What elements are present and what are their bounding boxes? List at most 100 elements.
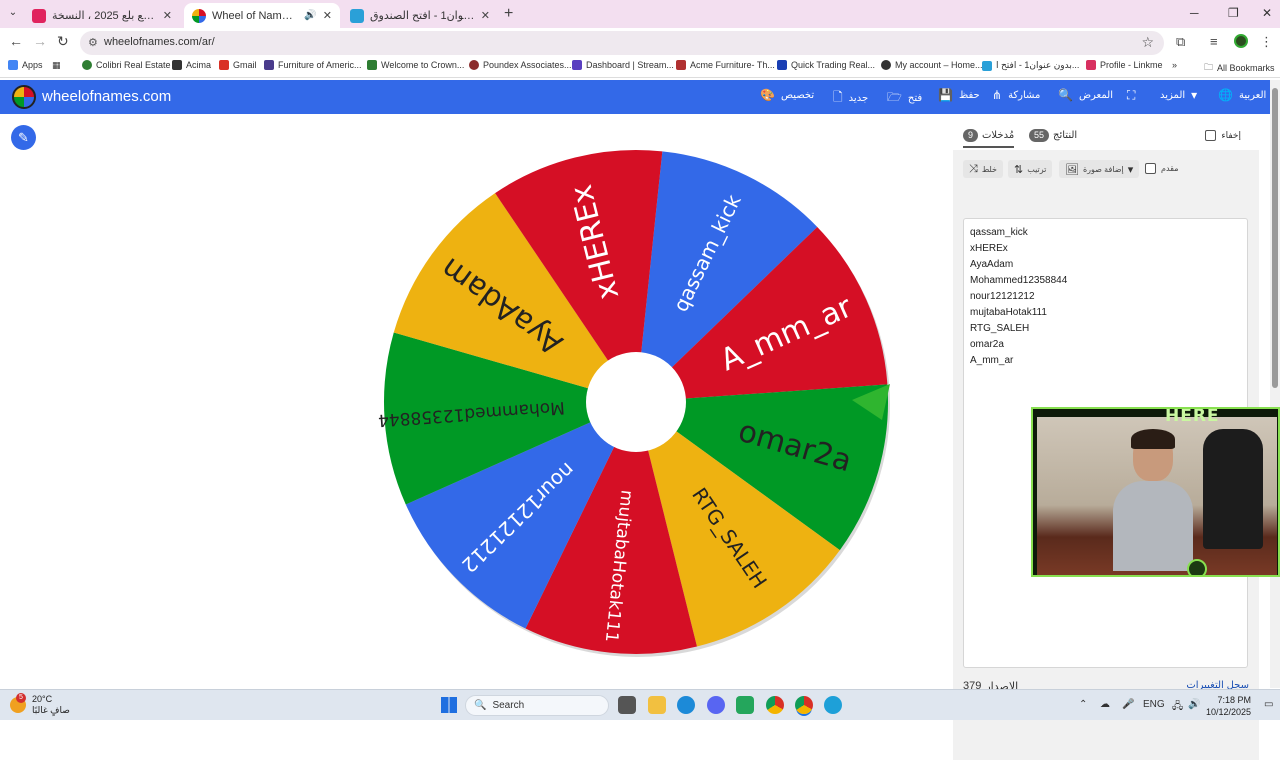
bookmark-item[interactable]: Dashboard | Stream... xyxy=(572,60,674,70)
brand-name[interactable]: wheelofnames.com xyxy=(42,88,171,105)
open-button[interactable]: 🗁 فتح xyxy=(887,88,922,109)
reload-icon[interactable]: ↻ xyxy=(57,33,69,50)
all-bookmarks[interactable]: 🗀 All Bookmarks xyxy=(1204,60,1275,76)
taskbar-search[interactable]: 🔍 Search xyxy=(465,695,609,716)
edit-pencil-button[interactable]: ✎ xyxy=(11,125,36,150)
add-image-button[interactable]: 🖼 إضافة صورة ▾ xyxy=(1059,160,1140,178)
bookmark-favicon-icon xyxy=(264,60,274,70)
tab-search-icon[interactable]: ⌄ xyxy=(4,4,22,22)
hide-checkbox[interactable] xyxy=(1205,130,1217,141)
entry-line[interactable]: nour12121212 xyxy=(970,291,1035,302)
menu-dots-icon[interactable]: ⋮ xyxy=(1260,34,1273,50)
extensions-icon[interactable]: ⧉ xyxy=(1176,34,1185,50)
advanced-toggle[interactable]: مقدم xyxy=(1145,163,1178,174)
bookmark-star-icon[interactable]: ☆ xyxy=(1141,34,1154,51)
close-tab-icon[interactable]: ✕ xyxy=(323,9,332,22)
close-tab-icon[interactable]: ✕ xyxy=(163,9,172,22)
cloud-icon[interactable]: ☁ xyxy=(1100,699,1110,710)
advanced-checkbox[interactable] xyxy=(1145,163,1156,174)
windows-start-icon[interactable] xyxy=(441,697,457,713)
keyboard-language[interactable]: ENG xyxy=(1143,699,1165,710)
entry-line[interactable]: Mohammed12358844 xyxy=(970,275,1067,286)
forward-icon[interactable]: → xyxy=(33,33,47,49)
palette-icon: 🎨 xyxy=(760,88,775,102)
bookmark-item[interactable]: Quick Trading Real... xyxy=(777,60,875,70)
bookmark-item[interactable]: بدون عنوان1 - افتح ا... xyxy=(982,60,1079,71)
tab-untitled-box[interactable]: بدون عنوان1 - افتح الصندوق ✕ xyxy=(342,3,498,28)
more-menu-button[interactable]: المزيد ▾ xyxy=(1160,88,1197,102)
entry-line[interactable]: AyaAdam xyxy=(970,259,1013,270)
entry-line[interactable]: RTG_SALEH xyxy=(970,323,1029,334)
shuffle-button[interactable]: ⤨ خلط xyxy=(963,160,1003,178)
tab-results[interactable]: 55 النتائج xyxy=(1029,129,1077,142)
weather-widget[interactable]: 5 20°C صافٍ غالبًا xyxy=(10,693,70,716)
page-scrollbar[interactable] xyxy=(1270,80,1280,688)
tab-wheel-of-names[interactable]: Wheel of Names | العشوائي 🔊 ✕ xyxy=(184,3,340,28)
entry-line[interactable]: A_mm_ar xyxy=(970,355,1013,366)
bookmark-item[interactable]: Poundex Associates... xyxy=(469,60,572,70)
bookmark-grid[interactable]: ▦ xyxy=(52,60,61,71)
back-icon[interactable]: ← xyxy=(9,33,23,49)
volume-icon[interactable]: 🔊 xyxy=(1188,699,1200,710)
wheel-center-hub[interactable] xyxy=(586,352,686,452)
system-clock[interactable]: 7:18 PM 10/12/2025 xyxy=(1206,694,1251,718)
network-icon[interactable]: 🖧 xyxy=(1172,699,1183,716)
close-tab-icon[interactable]: ✕ xyxy=(481,9,490,22)
entry-line[interactable]: qassam_kick xyxy=(970,227,1028,238)
scrollbar-thumb[interactable] xyxy=(1272,88,1278,388)
tab-entries[interactable]: 9 مُدخلات xyxy=(963,129,1015,148)
wheel-logo-icon[interactable] xyxy=(12,85,36,109)
bookmark-item[interactable]: My account – Home... xyxy=(881,60,983,70)
close-window-icon[interactable]: ✕ xyxy=(1262,6,1272,20)
language-button[interactable]: 🌐 العربية xyxy=(1218,88,1266,102)
bookmark-item[interactable]: Profile - Linkme xyxy=(1086,60,1163,70)
sort-button[interactable]: ⇅ ترتيب xyxy=(1008,160,1053,178)
notification-icon[interactable]: ▭ xyxy=(1264,699,1273,710)
bookmark-label: Quick Trading Real... xyxy=(791,60,876,70)
url-text[interactable]: wheelofnames.com/ar/ xyxy=(104,36,215,48)
bookmark-favicon-icon xyxy=(982,60,992,71)
discord-icon[interactable] xyxy=(707,696,725,714)
bookmark-item[interactable]: Gmail xyxy=(219,60,257,70)
save-button[interactable]: 💾 حفظ xyxy=(938,88,980,102)
site-info-icon[interactable]: ⚙ xyxy=(88,36,98,49)
edge-icon[interactable] xyxy=(677,696,695,714)
media-control-icon[interactable]: ≡ xyxy=(1210,34,1218,49)
share-icon: ⋔ xyxy=(992,88,1003,102)
entry-line[interactable]: mujtabaHotak111 xyxy=(970,307,1047,318)
entry-line[interactable]: omar2a xyxy=(970,339,1004,350)
hide-toggle[interactable]: إخفاء xyxy=(1205,130,1241,141)
wheel[interactable]: qassam_kick A_mm_ar omar2a RTG_SALEH mujtaba… xyxy=(378,144,894,660)
task-view-icon[interactable] xyxy=(618,696,636,714)
tab-youtube[interactable]: مجوز شلع قلع بلع 2025 ، النسخة ✕ xyxy=(24,3,180,28)
profile-avatar[interactable] xyxy=(1234,34,1248,48)
gallery-button[interactable]: 🔍 المعرض xyxy=(1058,88,1113,102)
whatsapp-icon[interactable] xyxy=(736,696,754,714)
chrome-active-icon[interactable] xyxy=(795,696,813,714)
bookmark-label: Acima xyxy=(186,60,212,70)
customize-button[interactable]: 🎨 تخصيص xyxy=(760,88,814,102)
fullscreen-button[interactable]: ⛶ xyxy=(1127,88,1135,103)
globe-icon: 🌐 xyxy=(1218,88,1233,102)
wheel-canvas[interactable]: qassam_kickA_mm_aromar2aRTG_SALEHmujtaba… xyxy=(378,144,894,660)
minimize-icon[interactable]: ─ xyxy=(1190,6,1199,20)
entry-line[interactable]: xHEREx xyxy=(970,243,1008,254)
new-button[interactable]: 🗋 جديد xyxy=(833,88,868,109)
microphone-icon[interactable]: 🎤 xyxy=(1122,699,1134,710)
restore-icon[interactable]: ❐ xyxy=(1228,6,1239,20)
bookmark-item[interactable]: Acme Furniture- Th... xyxy=(676,60,775,70)
share-button[interactable]: ⋔ مشاركة xyxy=(992,88,1040,102)
chrome-icon[interactable] xyxy=(766,696,784,714)
app-icon[interactable] xyxy=(824,696,842,714)
bookmark-item[interactable]: Furniture of Americ... xyxy=(264,60,362,70)
bookmark-apps[interactable]: Apps xyxy=(8,60,43,70)
speaker-icon[interactable]: 🔊 xyxy=(304,10,316,21)
bookmark-item[interactable]: Acima xyxy=(172,60,211,70)
new-tab-button[interactable]: + xyxy=(504,5,513,23)
bookmark-item[interactable]: Welcome to Crown... xyxy=(367,60,464,70)
file-explorer-icon[interactable] xyxy=(648,696,666,714)
tray-overflow-icon[interactable]: ⌃ xyxy=(1079,699,1087,710)
address-bar[interactable]: ⚙ wheelofnames.com/ar/ ☆ xyxy=(80,31,1164,55)
bookmarks-overflow-icon[interactable]: » xyxy=(1172,60,1177,70)
bookmark-item[interactable]: Colibri Real Estate xyxy=(82,60,171,70)
